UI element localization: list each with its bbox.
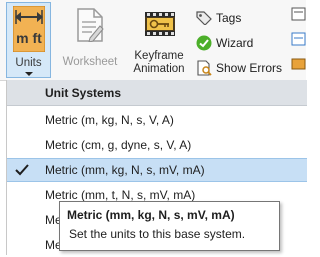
keyframe-label-line1: Keyframe xyxy=(134,50,184,62)
wizard-button[interactable]: Wizard xyxy=(195,33,253,53)
clipped-toolbar-icon[interactable] xyxy=(291,31,306,56)
tooltip-title: Metric (mm, kg, N, s, mV, mA) xyxy=(67,208,235,222)
tags-button[interactable]: Tags xyxy=(195,8,241,28)
check-circle-icon xyxy=(195,35,213,51)
film-key-icon xyxy=(145,12,175,36)
tooltip: Metric (mm, kg, N, s, mV, mA) Set the un… xyxy=(59,201,280,251)
tags-label: Tags xyxy=(216,11,242,25)
tooltip-description: Set the units to this base system. xyxy=(69,227,246,241)
menu-item-metric-cm-g[interactable]: Metric (cm, g, dyne, s, V, A) xyxy=(7,133,307,157)
show-errors-label: Show Errors xyxy=(216,61,283,75)
units-label: Units xyxy=(15,57,42,69)
keyframe-label: Keyframe Animation xyxy=(128,50,190,76)
worksheet-button[interactable]: Worksheet xyxy=(54,2,126,78)
keyframe-label-line2: Animation xyxy=(133,63,185,75)
clipped-toolbar-icon[interactable] xyxy=(291,56,306,81)
show-errors-button[interactable]: Show Errors xyxy=(195,58,282,78)
chevron-down-icon xyxy=(25,72,33,76)
units-icon: m ft xyxy=(13,6,45,52)
wizard-label: Wizard xyxy=(216,36,254,50)
menu-item-metric-m-kg[interactable]: Metric (m, kg, N, s, V, A) xyxy=(7,108,307,132)
document-search-icon xyxy=(195,60,213,76)
menu-item-metric-mm-kg[interactable]: Metric (mm, kg, N, s, mV, mA) xyxy=(7,158,307,182)
tag-icon xyxy=(195,10,213,26)
svg-text:m ft: m ft xyxy=(16,30,42,46)
ribbon-toolbar: m ft Units Worksheet Keyframe Animation … xyxy=(0,0,306,81)
worksheet-label: Worksheet xyxy=(62,56,118,68)
units-button[interactable]: m ft Units xyxy=(6,2,51,78)
keyframe-animation-button[interactable]: Keyframe Animation xyxy=(128,2,190,78)
menu-header: Unit Systems xyxy=(7,80,307,106)
menu-item-label: Metric (mm, kg, N, s, mV, mA) xyxy=(45,163,205,177)
clipped-toolbar-icon[interactable] xyxy=(291,6,306,31)
checkmark-icon xyxy=(15,164,29,176)
worksheet-icon xyxy=(77,8,104,42)
ribbon-right-edge xyxy=(291,6,306,81)
